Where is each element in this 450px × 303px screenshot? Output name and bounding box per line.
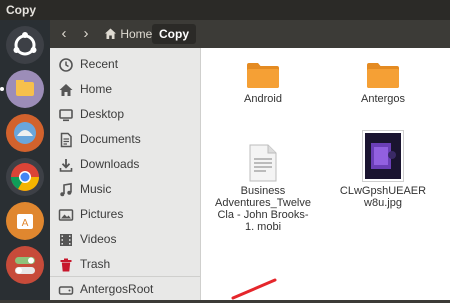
drive-icon bbox=[58, 282, 74, 298]
settings-toggle-icon[interactable] bbox=[6, 246, 44, 284]
breadcrumb-label: Home bbox=[120, 27, 153, 41]
image-thumbnail bbox=[362, 130, 404, 182]
chrome-icon[interactable] bbox=[6, 158, 44, 196]
sidebar-item-pictures[interactable]: Pictures bbox=[50, 203, 200, 227]
sidebar-item-home[interactable]: Home bbox=[50, 78, 200, 102]
sidebar-item-label: Music bbox=[80, 182, 112, 196]
thunderbird-icon[interactable] bbox=[6, 114, 44, 152]
ubuntu-dash-icon[interactable] bbox=[6, 26, 44, 64]
videos-icon bbox=[58, 232, 74, 248]
file-name: Antergos bbox=[360, 93, 406, 105]
active-app-indicator bbox=[0, 87, 4, 91]
sidebar-item-music[interactable]: Music bbox=[50, 178, 200, 202]
launcher: A bbox=[0, 20, 50, 300]
file-name: Business Adventures_Twelve Cla - John Br… bbox=[215, 185, 311, 233]
home-icon bbox=[104, 26, 117, 46]
window-title: Copy bbox=[6, 3, 36, 17]
back-button[interactable]: ‹ bbox=[54, 24, 74, 44]
desktop-icon bbox=[58, 107, 74, 123]
breadcrumb-current[interactable]: Copy bbox=[152, 24, 196, 44]
clock-icon bbox=[58, 57, 74, 73]
sidebar-item-label: Desktop bbox=[80, 107, 125, 121]
forward-button[interactable]: › bbox=[76, 24, 96, 44]
places-sidebar: Recent Home Desktop Documents Downloads … bbox=[50, 48, 200, 300]
files-app-icon[interactable] bbox=[6, 70, 44, 108]
sidebar-item-antergosroot[interactable]: AntergosRoot bbox=[50, 278, 200, 302]
sidebar-item-recent[interactable]: Recent bbox=[50, 53, 200, 77]
sidebar-item-label: Trash bbox=[80, 257, 111, 271]
file-item-document[interactable]: Business Adventures_Twelve Cla - John Br… bbox=[213, 144, 313, 233]
folder-icon bbox=[366, 60, 400, 90]
trash-icon bbox=[58, 257, 74, 273]
file-item-folder[interactable]: Android bbox=[213, 60, 313, 105]
file-name: Android bbox=[244, 93, 282, 105]
sidebar-item-downloads[interactable]: Downloads bbox=[50, 153, 200, 177]
window-titlebar: Copy bbox=[0, 0, 450, 20]
sidebar-separator bbox=[50, 276, 200, 277]
sidebar-item-label: Pictures bbox=[80, 207, 124, 221]
sidebar-item-videos[interactable]: Videos bbox=[50, 228, 200, 252]
breadcrumb-home[interactable]: Home bbox=[104, 24, 152, 44]
sidebar-item-label: Downloads bbox=[80, 157, 140, 171]
sidebar-item-trash[interactable]: Trash bbox=[50, 253, 200, 277]
file-view: Android Antergos Business Adventures_Twe… bbox=[200, 48, 450, 300]
sidebar-item-documents[interactable]: Documents bbox=[50, 128, 200, 152]
red-arrow-annotation bbox=[231, 278, 277, 300]
sidebar-item-label: Recent bbox=[80, 57, 119, 71]
svg-text:A: A bbox=[22, 218, 29, 229]
headerbar: ‹ › Home Copy bbox=[50, 20, 450, 48]
document-file-icon bbox=[248, 144, 278, 182]
file-item-folder[interactable]: Antergos bbox=[333, 60, 433, 105]
pictures-icon bbox=[58, 207, 74, 223]
download-icon bbox=[58, 157, 74, 173]
folder-icon bbox=[246, 60, 280, 90]
document-icon bbox=[58, 132, 74, 148]
sidebar-item-label: Home bbox=[80, 82, 113, 96]
sidebar-item-label: Videos bbox=[80, 232, 117, 246]
sidebar-item-label: Documents bbox=[80, 132, 141, 146]
file-name: CLwGpshUEAER w8u.jpg bbox=[339, 185, 427, 209]
music-icon bbox=[58, 182, 74, 198]
file-item-image[interactable]: CLwGpshUEAER w8u.jpg bbox=[333, 130, 433, 209]
sidebar-item-desktop[interactable]: Desktop bbox=[50, 103, 200, 127]
home-icon bbox=[58, 82, 74, 98]
software-center-icon[interactable]: A bbox=[6, 202, 44, 240]
sidebar-item-label: AntergosRoot bbox=[80, 282, 154, 296]
